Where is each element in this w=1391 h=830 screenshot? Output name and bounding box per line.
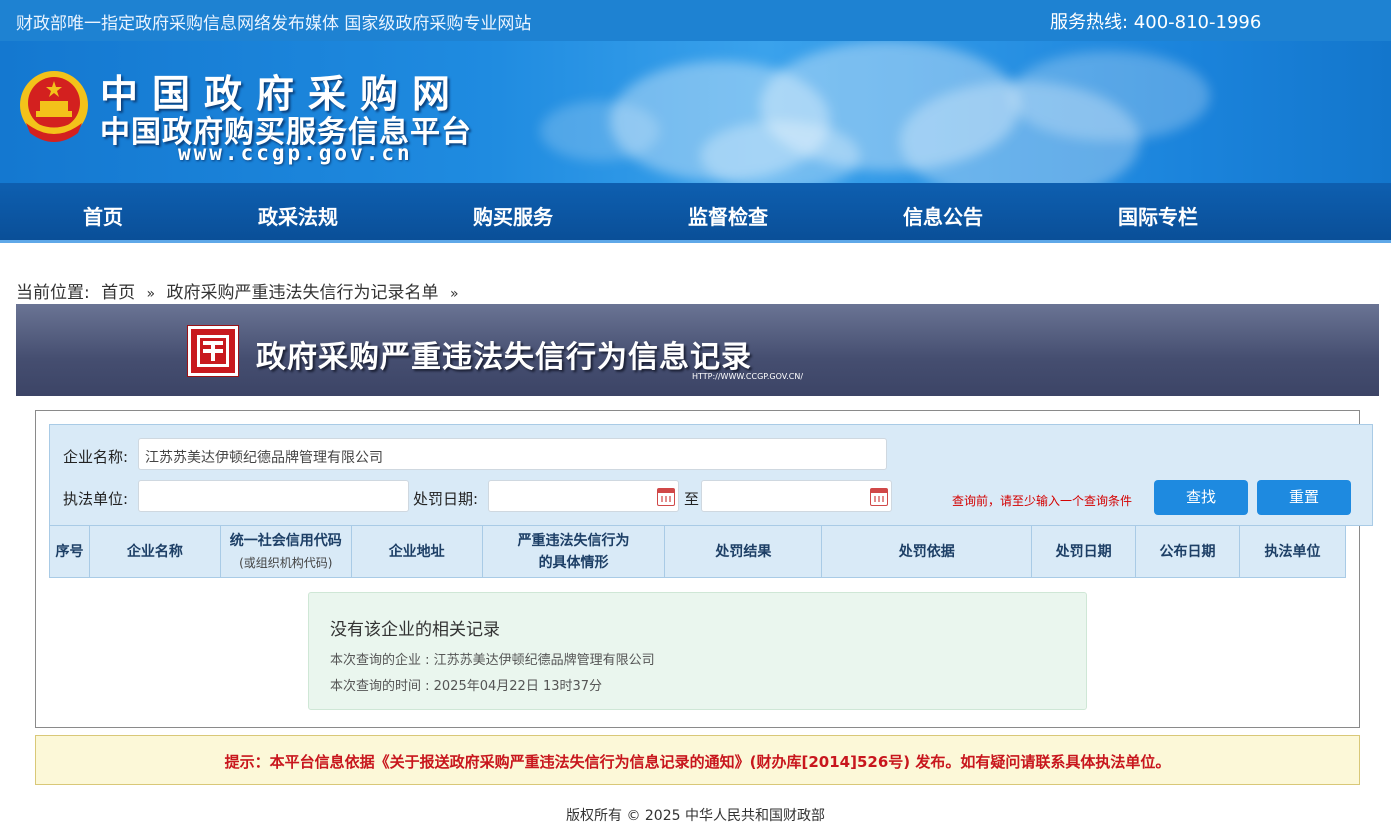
col-publish-date: 公布日期 bbox=[1135, 525, 1240, 578]
queried-company: 本次查询的企业 : 江苏苏美达伊顿纪德品牌管理有限公司 bbox=[330, 653, 655, 668]
nav-item-regulations[interactable]: 政采法规 bbox=[258, 201, 338, 230]
page-title-banner: 政府采购严重违法失信行为信息记录 HTTP://WWW.CCGP.GOV.CN/ bbox=[16, 304, 1379, 396]
nav-item-home[interactable]: 首页 bbox=[83, 201, 123, 230]
col-punish-date: 处罚日期 bbox=[1031, 525, 1137, 578]
penalty-date-from-input[interactable] bbox=[488, 480, 679, 512]
company-name-input[interactable]: 江苏苏美达伊顿纪德品牌管理有限公司 bbox=[138, 438, 887, 470]
col-credit-code-sub: (或组织机构代码) bbox=[239, 555, 333, 570]
breadcrumb-separator: » bbox=[146, 286, 156, 302]
seal-icon bbox=[187, 325, 239, 377]
nav-item-international[interactable]: 国际专栏 bbox=[1118, 201, 1198, 230]
search-form: 企业名称: 江苏苏美达伊顿纪德品牌管理有限公司 执法单位: 处罚日期: 至 查询… bbox=[49, 424, 1373, 526]
penalty-date-to-input[interactable] bbox=[701, 480, 892, 512]
col-credit-code-title: 统一社会信用代码 bbox=[229, 532, 342, 549]
logo-url: www.ccgp.gov.cn bbox=[178, 141, 413, 165]
nav-item-purchase-services[interactable]: 购买服务 bbox=[473, 201, 553, 230]
breadcrumb-prefix: 当前位置: bbox=[16, 283, 90, 303]
main-nav: 首页 政采法规 购买服务 监督检查 信息公告 国际专栏 bbox=[0, 183, 1391, 243]
penalty-date-label: 处罚日期: bbox=[413, 490, 479, 508]
site-slogan: 财政部唯一指定政府采购信息网络发布媒体 国家级政府采购专业网站 bbox=[16, 14, 532, 34]
col-seq: 序号 bbox=[49, 525, 90, 578]
col-situation-line2: 的具体情形 bbox=[538, 554, 609, 571]
results-table-header: 序号 企业名称 统一社会信用代码 (或组织机构代码) 企业地址 严重违法失信行为… bbox=[49, 525, 1346, 578]
breadcrumb-separator: » bbox=[449, 286, 459, 302]
col-credit-code: 统一社会信用代码 (或组织机构代码) bbox=[219, 525, 352, 578]
reset-button[interactable]: 重置 bbox=[1257, 480, 1351, 515]
query-hint: 查询前，请至少输入一个查询条件 bbox=[952, 494, 1133, 508]
no-record-title: 没有该企业的相关记录 bbox=[330, 620, 500, 640]
top-bar: 财政部唯一指定政府采购信息网络发布媒体 国家级政府采购专业网站 服务热线: 40… bbox=[0, 0, 1391, 41]
national-emblem-icon bbox=[20, 71, 88, 142]
notice-text: 提示：本平台信息依据《关于报送政府采购严重违法失信行为信息记录的通知》(财办库[… bbox=[224, 753, 1171, 771]
col-company: 企业名称 bbox=[88, 525, 221, 578]
col-situation: 严重违法失信行为 的具体情形 bbox=[481, 525, 666, 578]
enforcement-unit-label: 执法单位: bbox=[63, 490, 129, 508]
enforcement-unit-input[interactable] bbox=[138, 480, 409, 512]
query-time: 本次查询的时间 : 2025年04月22日 13时37分 bbox=[330, 679, 603, 694]
service-hotline: 服务热线: 400-810-1996 bbox=[1050, 12, 1262, 33]
nav-item-announcements[interactable]: 信息公告 bbox=[903, 201, 983, 230]
calendar-icon[interactable] bbox=[870, 488, 888, 506]
page-title: 政府采购严重违法失信行为信息记录 bbox=[256, 340, 752, 375]
copyright-footer: 版权所有 © 2025 中华人民共和国财政部 bbox=[566, 808, 825, 824]
page-title-url: HTTP://WWW.CCGP.GOV.CN/ bbox=[692, 372, 804, 381]
breadcrumb: 当前位置: 首页 » 政府采购严重违法失信行为记录名单 » bbox=[16, 278, 465, 303]
col-result: 处罚结果 bbox=[664, 525, 823, 578]
col-address: 企业地址 bbox=[350, 525, 483, 578]
breadcrumb-current[interactable]: 政府采购严重违法失信行为记录名单 bbox=[167, 283, 439, 303]
col-unit: 执法单位 bbox=[1239, 525, 1346, 578]
company-name-label: 企业名称: bbox=[63, 448, 129, 466]
notice-box: 提示：本平台信息依据《关于报送政府采购严重违法失信行为信息记录的通知》(财办库[… bbox=[35, 735, 1360, 785]
nav-item-supervision[interactable]: 监督检查 bbox=[688, 201, 768, 230]
breadcrumb-home-link[interactable]: 首页 bbox=[101, 283, 135, 303]
no-record-message: 没有该企业的相关记录 本次查询的企业 : 江苏苏美达伊顿纪德品牌管理有限公司 本… bbox=[308, 592, 1087, 710]
col-situation-line1: 严重违法失信行为 bbox=[517, 532, 630, 549]
date-range-to-label: 至 bbox=[684, 490, 700, 508]
search-button[interactable]: 查找 bbox=[1154, 480, 1248, 515]
query-panel: 企业名称: 江苏苏美达伊顿纪德品牌管理有限公司 执法单位: 处罚日期: 至 查询… bbox=[35, 410, 1373, 728]
site-banner: 中国政府采购网 中国政府购买服务信息平台 www.ccgp.gov.cn bbox=[0, 41, 1391, 183]
calendar-icon[interactable] bbox=[657, 488, 675, 506]
col-basis: 处罚依据 bbox=[821, 525, 1033, 578]
